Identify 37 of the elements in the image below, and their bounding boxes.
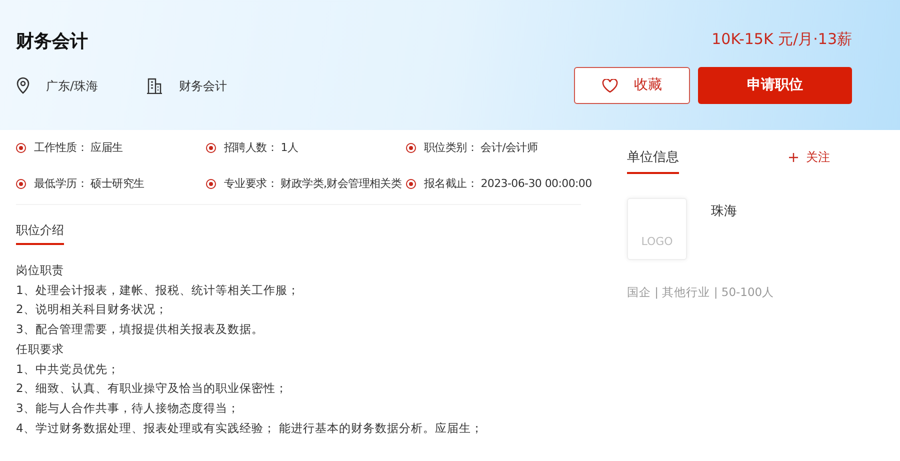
category-text: 财务会计 [179,78,228,94]
description-line: 2、说明相关科目财务状况； [16,301,168,318]
description-line: 1、处理会计报表，建帐、报税、统计等相关工作服； [16,282,300,299]
detail-text: 招聘人数： 1人 [224,140,298,156]
description-line: 2、细致、认真、有职业操守及恰当的职业保密性； [16,380,288,398]
description-line: 任职要求 [16,340,65,358]
description-line: 1、中共党员优先； [16,360,120,378]
apply-button[interactable]: 申请职位 [698,67,852,104]
bullet-icon [16,178,26,189]
job-title: 财务会计 [16,30,88,54]
location-pin-icon [16,77,30,94]
description-line: 3、能与人合作共事，待人接物态度得当； [16,400,240,417]
description-line: 4、学过财务数据处理、报表处理或有实践经验； 能进行基本的财务数据分析。应届生； [16,420,484,437]
follow-link[interactable]: 关注 [789,148,830,166]
section-heading: 单位信息 [627,148,679,174]
salary: 10K-15K 元/月·13薪 [712,29,852,50]
bullet-icon [206,143,216,154]
detail-text: 报名截止： 2023-06-30 00:00:00 [424,176,592,192]
company-logo: LOGO [627,198,687,260]
description-line: 3、配合管理需要，填报提供相关报表及数据。 [16,321,264,338]
detail-text: 最低学历： 硕士研究生 [34,176,144,192]
heart-icon [602,78,618,92]
section-heading: 职位介绍 [16,221,64,245]
company-name: 珠海 [711,202,737,220]
building-icon [146,78,164,94]
company-tags: 国企 | 其他行业 | 50-100人 [627,284,830,301]
detail-text: 专业要求： 财政学类,财会管理相关类 [224,176,402,192]
favorite-button[interactable]: 收藏 [574,67,690,104]
plus-icon [789,152,798,162]
bullet-icon [406,143,416,154]
detail-text: 工作性质： 应届生 [34,140,123,156]
bullet-icon [406,178,416,189]
detail-text: 职位类别： 会计/会计师 [424,140,538,156]
description-line: 岗位职责 [16,262,65,279]
bullet-icon [206,178,216,189]
location-text: 广东/珠海 [46,78,98,94]
bullet-icon [16,143,26,154]
